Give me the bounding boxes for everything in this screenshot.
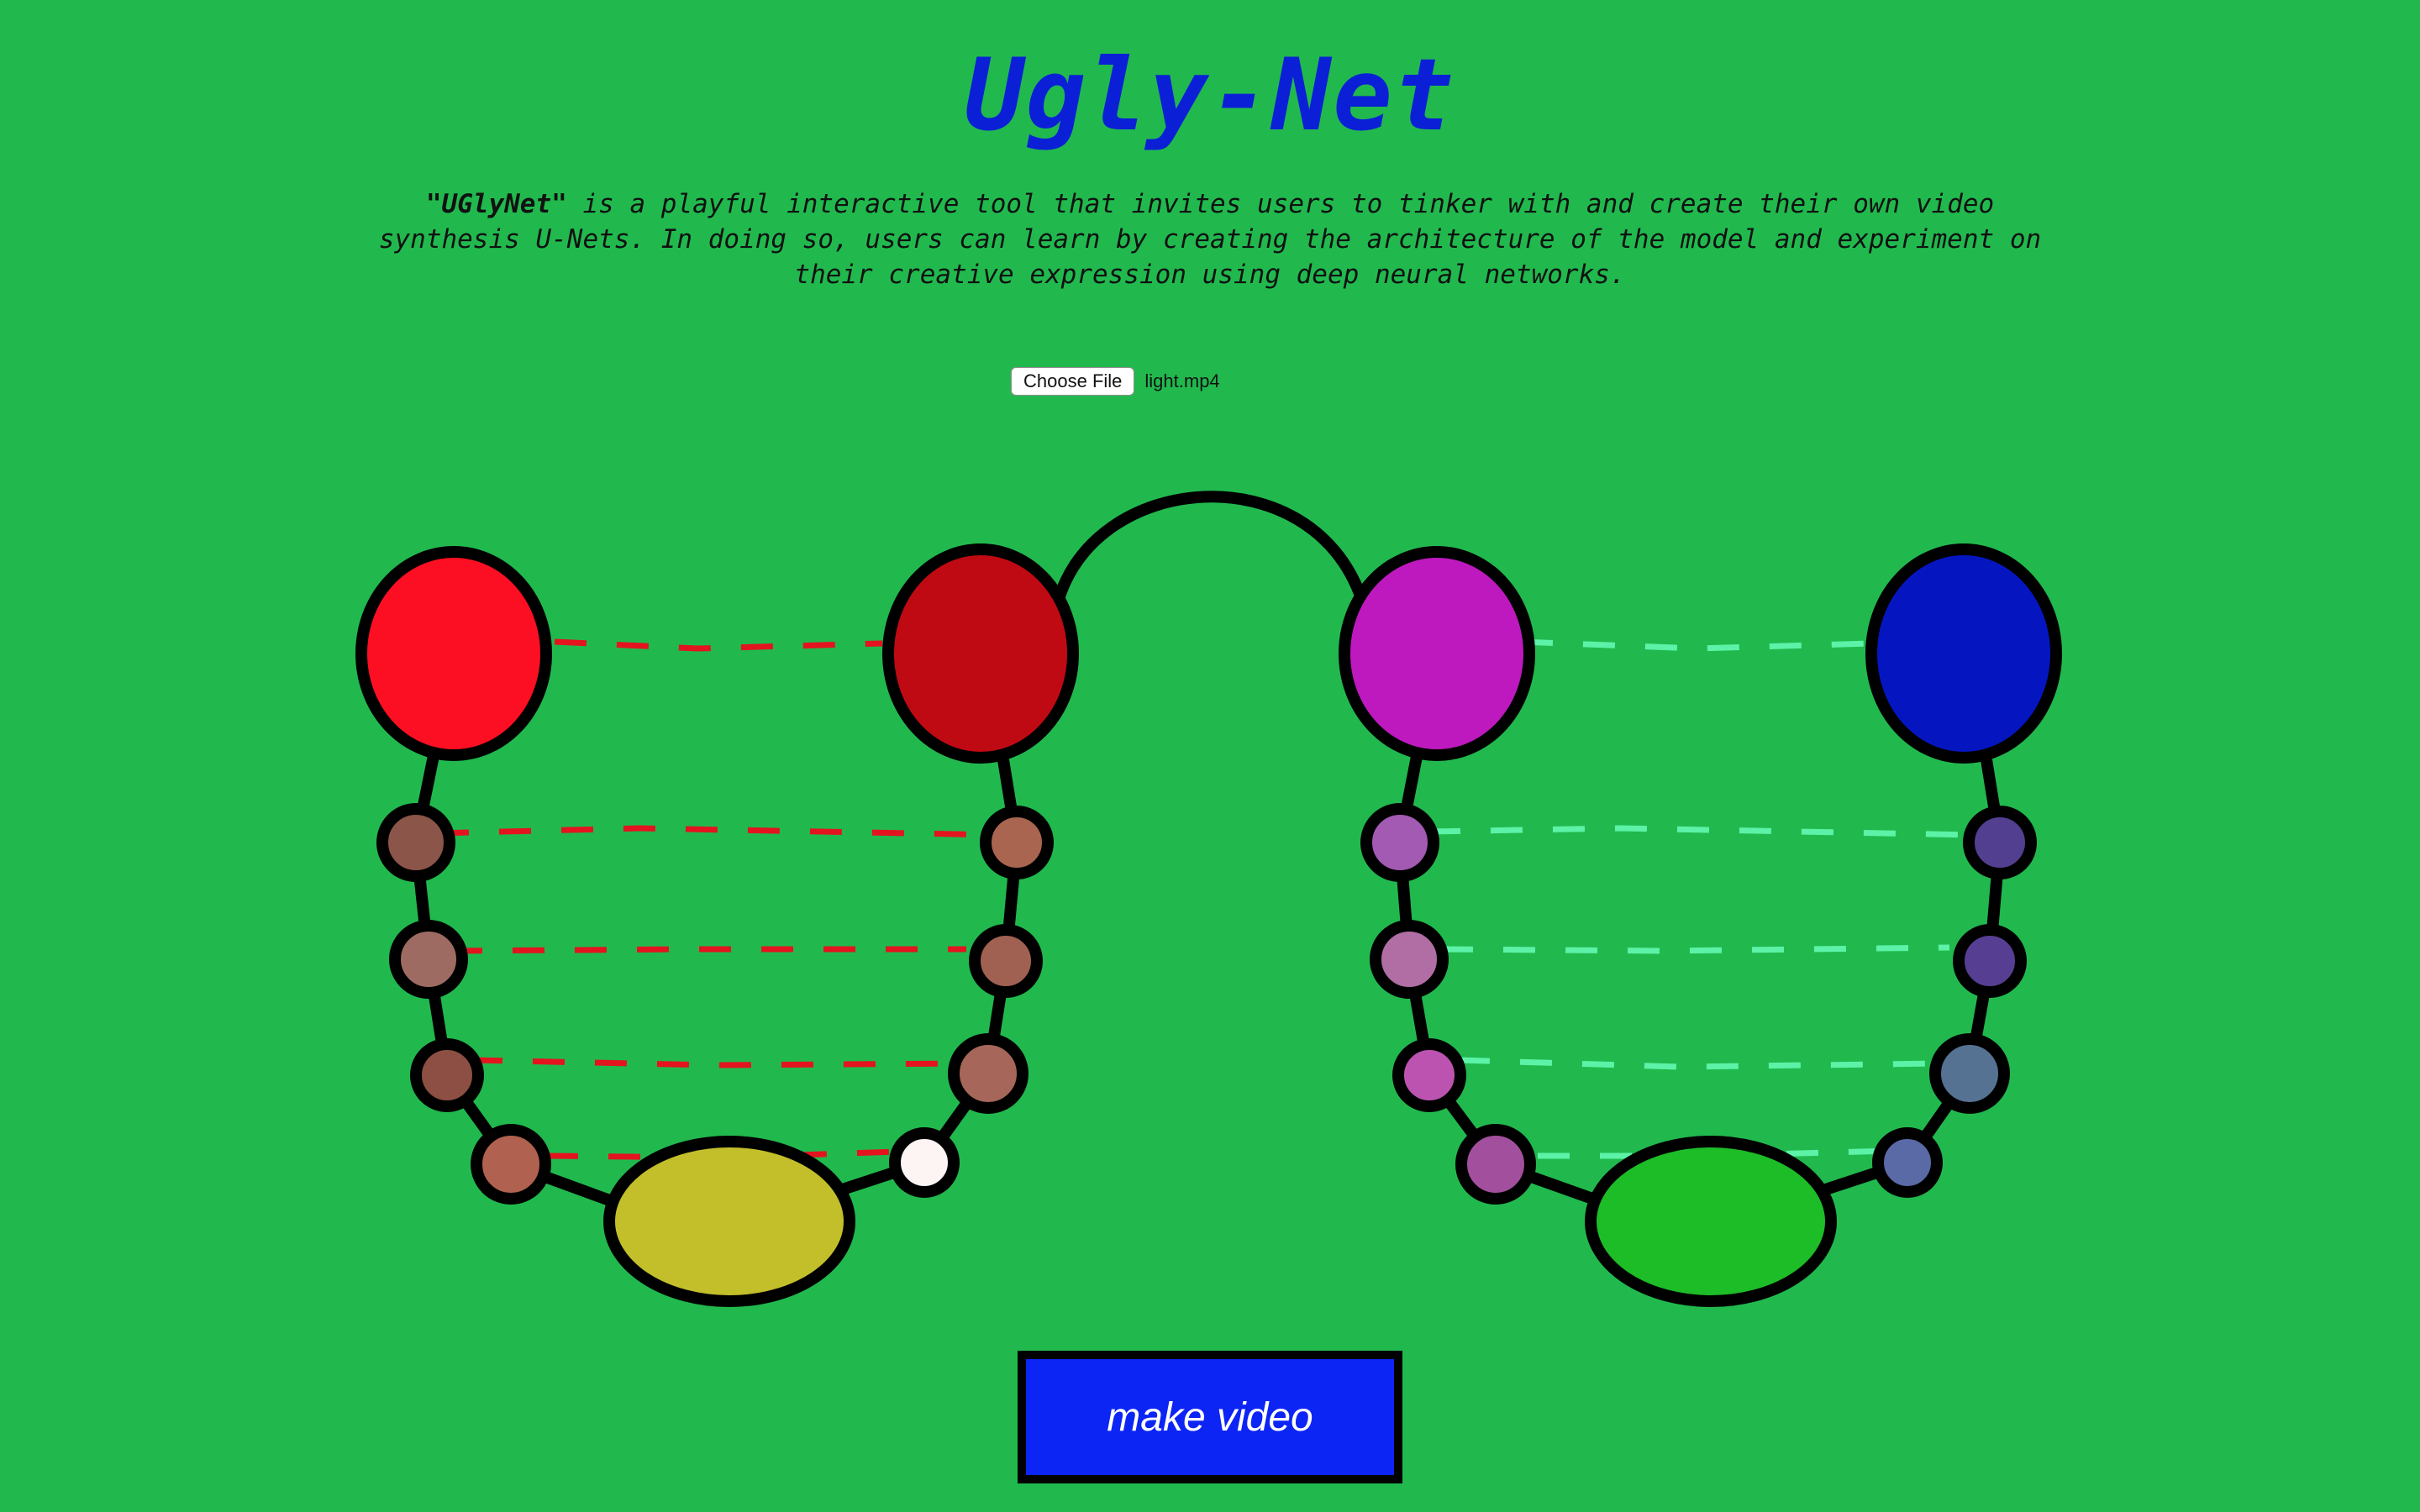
left-unet-encoder-node-2[interactable] [389,920,468,999]
left-unet-decoder-node-3[interactable] [948,1033,1028,1114]
left-unet-encoder-node-4[interactable] [471,1124,551,1205]
right-unet-bottleneck-node[interactable] [1585,1136,1837,1307]
skip-connection [1440,944,1950,954]
left-unet-decoder-node-4[interactable] [889,1127,960,1198]
right-unet-encoder-node-1[interactable] [1360,803,1439,882]
skip-connection [1428,825,1975,838]
right-unet-decoder-node-3[interactable] [1929,1033,2010,1114]
left-unet-bottleneck-node[interactable] [603,1136,855,1307]
right-unet[interactable] [1339,543,2062,1307]
left-unet-decoder-node-2[interactable] [969,924,1043,998]
right-unet-encoder-node-2[interactable] [1370,920,1449,999]
skip-connections [436,638,1975,1161]
skip-connection [1457,1057,1942,1070]
right-unet-output-node[interactable] [1865,543,2062,764]
skip-connection [450,946,966,954]
left-unet-encoder-node-3[interactable] [410,1038,484,1112]
page: Ugly-Net "UGlyNet" is a playful interact… [0,0,2420,1512]
bridge-arc [1051,491,1367,611]
make-video-button[interactable]: make video [1018,1351,1402,1483]
right-unet-input-node[interactable] [1339,546,1535,761]
right-unet-decoder-node-4[interactable] [1872,1127,1943,1198]
skip-connection [554,638,883,652]
left-unet-decoder-node-1[interactable] [980,806,1054,879]
skip-connection [436,825,1001,838]
right-unet-encoder-node-3[interactable] [1392,1038,1466,1112]
left-unet-output-node[interactable] [882,543,1079,764]
left-unet[interactable] [355,543,1079,1307]
right-unet-decoder-node-2[interactable] [1953,924,2027,998]
right-unet-encoder-node-4[interactable] [1455,1124,1536,1205]
left-unet-input-node[interactable] [355,546,552,761]
skip-connection [470,1057,963,1068]
skip-connection [1520,638,1870,652]
unet-diagram[interactable] [0,0,2420,1512]
left-unet-encoder-node-1[interactable] [376,803,455,882]
right-unet-decoder-node-1[interactable] [1963,806,2037,879]
network-edges [409,491,2007,1224]
